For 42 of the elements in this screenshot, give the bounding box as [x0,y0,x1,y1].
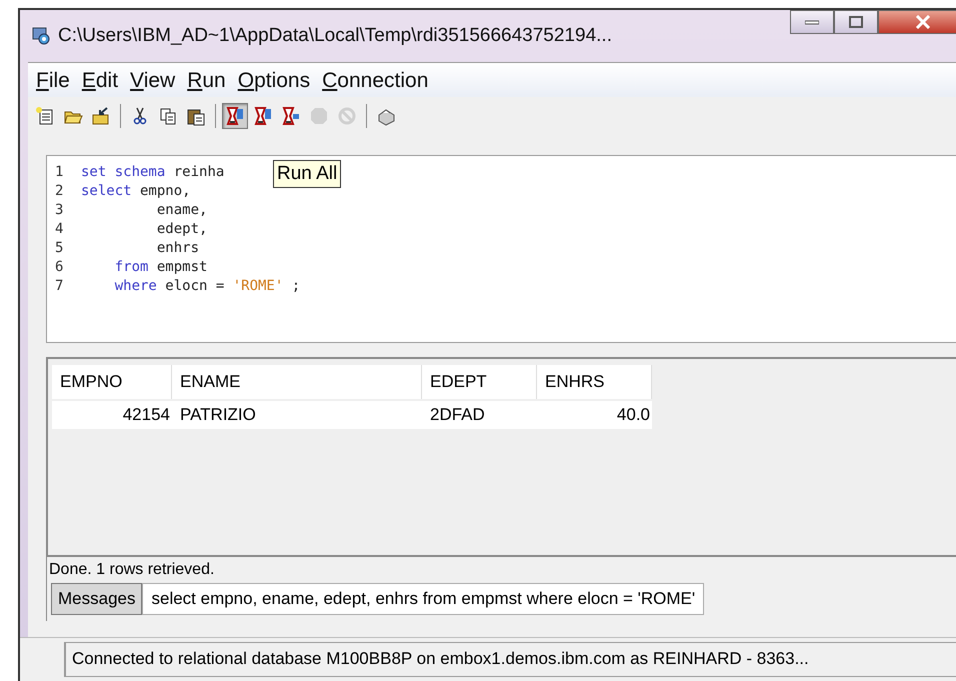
line-number: 2 [55,182,64,198]
menu-item[interactable]: Options [238,69,310,93]
maximize-button[interactable] [834,10,878,34]
column-header[interactable]: EDEPT [422,365,537,399]
line-number: 5 [55,240,64,256]
messages-tab[interactable]: Messages [51,583,142,615]
table-cell: 40.0 [537,401,652,429]
column-header[interactable]: ENHRS [537,365,652,399]
code-line: from empmst [114,258,208,274]
menu-item[interactable]: View [130,69,176,93]
menu-item[interactable]: File [36,69,70,93]
minimize-button[interactable] [790,10,834,34]
line-number: 6 [55,258,64,274]
code-line: select empno, [81,182,191,198]
window-title: C:\Users\IBM_AD~1\AppData\Local\Temp\rdi351566643752194... [58,25,612,47]
code-line: edept, [156,220,208,236]
menu-item[interactable]: Edit [82,69,118,93]
table-cell: PATRIZIO [172,401,422,429]
maximize-icon [849,16,863,28]
message-text: select empno, ename, edept, enhrs from empmst where elocn = 'ROME' [142,583,704,615]
menu-item[interactable]: Connection [322,69,428,93]
code-line: enhrs [156,240,200,256]
line-number: 1 [55,164,64,180]
column-header[interactable]: ENAME [172,365,422,399]
minimize-icon [805,19,819,25]
hourglass-icon[interactable] [222,103,248,129]
tooltip: Run All [273,160,342,188]
close-button[interactable] [878,10,956,34]
line-number: 3 [55,202,64,218]
line-number: 7 [55,278,64,294]
line-number: 4 [55,220,64,236]
menu-item[interactable]: Run [187,69,226,93]
code-line: set schema reinha [81,164,224,180]
result-status: Done. 1 rows retrieved. [49,561,214,578]
code-line: where elocn = 'ROME' ; [114,278,300,294]
code-line: ename, [156,202,208,218]
table-cell: 2DFAD [422,401,537,429]
table-cell: 42154 [52,401,172,429]
column-header[interactable]: EMPNO [52,365,172,399]
close-icon [915,15,931,29]
status-text: Connected to relational database M100BB8P on embox1.demos.ibm.com as REINHARD - 8363... [65,642,956,677]
app-icon [32,27,50,45]
